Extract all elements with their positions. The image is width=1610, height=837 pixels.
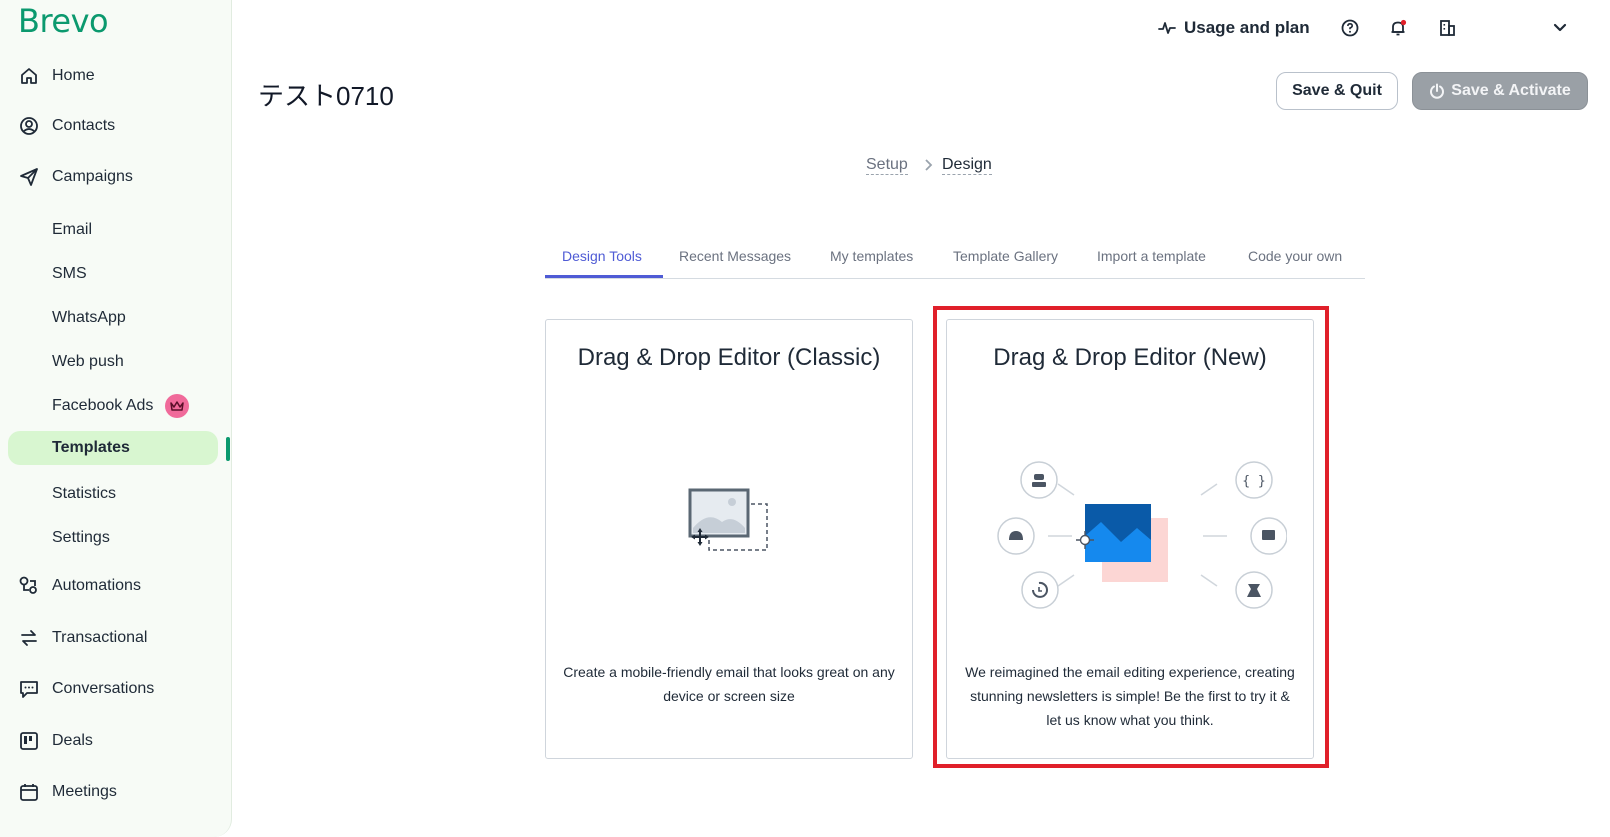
sidebar-subitem-statistics[interactable]: Statistics	[52, 477, 116, 511]
tab-design-tools[interactable]: Design Tools	[562, 248, 642, 264]
sidebar-subitem-web-push[interactable]: Web push	[52, 345, 124, 379]
page-title: テスト0710	[258, 81, 394, 111]
sidebar-item-home[interactable]: Home	[18, 58, 95, 94]
usage-and-plan-link[interactable]: Usage and plan	[1158, 18, 1310, 38]
active-tab-underline	[545, 275, 663, 278]
crown-icon	[165, 394, 190, 418]
sidebar-subitem-sms[interactable]: SMS	[52, 257, 87, 291]
sidebar-item-campaigns[interactable]: Campaigns	[18, 159, 133, 195]
tab-my-templates[interactable]: My templates	[830, 248, 913, 264]
notification-bell-icon[interactable]	[1388, 18, 1408, 38]
card-description: Create a mobile-friendly email that look…	[563, 664, 895, 704]
active-indicator	[226, 437, 230, 461]
breadcrumb-setup[interactable]: Setup	[866, 156, 908, 175]
sidebar-subitem-settings[interactable]: Settings	[52, 521, 110, 555]
sidebar-item-label: Automations	[52, 577, 141, 594]
highlight-box	[933, 306, 1329, 768]
tab-import-template[interactable]: Import a template	[1097, 248, 1206, 264]
contacts-icon	[18, 115, 40, 137]
breadcrumb-design[interactable]: Design	[942, 156, 992, 175]
sidebar-item-label: Campaigns	[52, 168, 133, 185]
sidebar-subitem-email[interactable]: Email	[52, 213, 92, 247]
usage-label: Usage and plan	[1184, 18, 1310, 37]
sidebar-item-label: Home	[52, 67, 95, 84]
tab-recent-messages[interactable]: Recent Messages	[679, 248, 791, 264]
classic-editor-card[interactable]: Drag & Drop Editor (Classic) Create a mo…	[545, 319, 913, 759]
sidebar-item-meetings[interactable]: Meetings	[18, 774, 117, 810]
sidebar-item-label: Conversations	[52, 680, 155, 697]
tab-template-gallery[interactable]: Template Gallery	[953, 248, 1058, 264]
sidebar-item-label: Meetings	[52, 783, 117, 800]
sidebar-subitem-whatsapp[interactable]: WhatsApp	[52, 301, 126, 335]
image-drag-icon	[688, 488, 768, 551]
transactional-icon	[18, 627, 40, 649]
power-icon	[1430, 83, 1445, 99]
card-title: Drag & Drop Editor (Classic)	[577, 344, 881, 371]
conversations-icon	[18, 678, 40, 700]
sidebar-item-automations[interactable]: Automations	[18, 568, 141, 604]
help-icon[interactable]	[1340, 18, 1360, 38]
save-activate-label: Save & Activate	[1451, 82, 1571, 99]
deals-icon	[18, 730, 40, 752]
save-activate-button[interactable]: Save & Activate	[1412, 72, 1588, 110]
sidebar-item-label: Facebook Ads	[52, 397, 154, 414]
organization-icon[interactable]	[1437, 18, 1457, 38]
sidebar-item-label: Transactional	[52, 629, 148, 646]
save-quit-button[interactable]: Save & Quit	[1276, 72, 1398, 110]
sidebar: Brevo Home Contacts Campaigns Email SMS …	[0, 0, 232, 837]
home-icon	[18, 65, 40, 87]
sidebar-item-conversations[interactable]: Conversations	[18, 671, 154, 707]
brevo-logo[interactable]: Brevo	[18, 2, 109, 40]
chevron-right-icon	[924, 158, 934, 175]
sidebar-item-contacts[interactable]: Contacts	[18, 108, 115, 144]
tab-code-your-own[interactable]: Code your own	[1248, 248, 1342, 264]
chevron-down-icon[interactable]	[1550, 18, 1570, 38]
activity-icon	[1158, 22, 1176, 34]
sidebar-item-label: Contacts	[52, 117, 116, 134]
calendar-icon	[18, 781, 40, 803]
sidebar-item-deals[interactable]: Deals	[18, 723, 93, 759]
sidebar-item-transactional[interactable]: Transactional	[18, 620, 147, 656]
sidebar-subitem-facebook-ads[interactable]: Facebook Ads	[52, 389, 190, 423]
design-tabs: Design Tools Recent Messages My template…	[545, 240, 1365, 279]
send-icon	[18, 166, 40, 188]
sidebar-item-label: Deals	[52, 732, 93, 749]
automation-icon	[18, 575, 40, 597]
sidebar-subitem-templates[interactable]: Templates	[8, 431, 218, 465]
